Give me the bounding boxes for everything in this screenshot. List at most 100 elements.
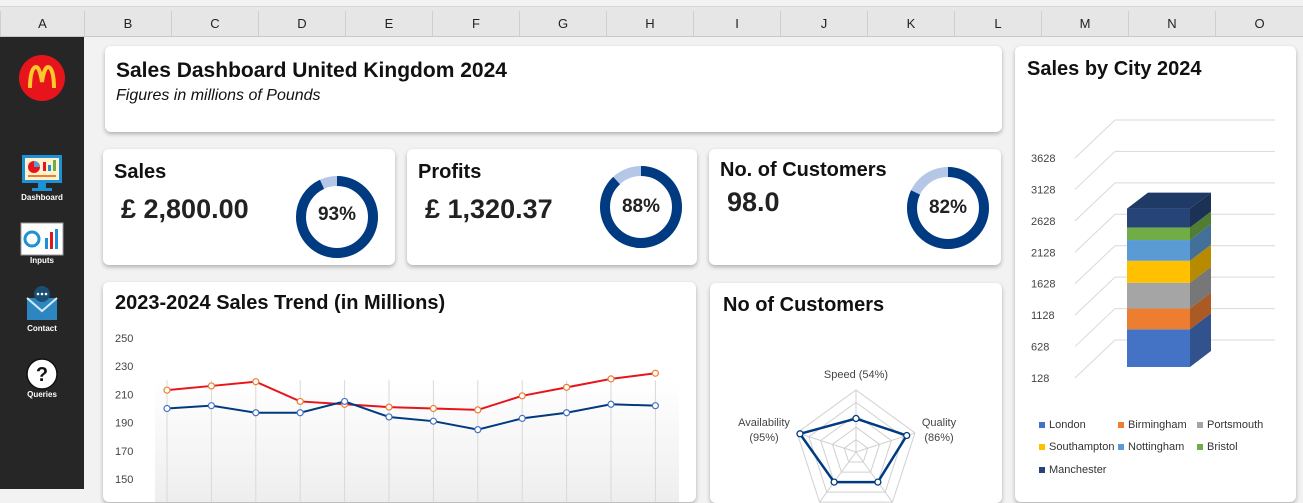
trend-card: 2023-2024 Sales Trend (in Millions) 150 1… bbox=[103, 282, 696, 502]
column-header-i[interactable]: I bbox=[693, 11, 780, 36]
dashboard-icon bbox=[22, 155, 62, 191]
data-point bbox=[651, 402, 660, 410]
data-point bbox=[252, 409, 260, 417]
gridline bbox=[1074, 182, 1116, 222]
column-header-c[interactable]: C bbox=[171, 11, 258, 36]
city-legend: London Birmingham Portsmouth Southampton… bbox=[1039, 419, 1289, 489]
data-point bbox=[252, 378, 260, 386]
radar-chart: Speed (54%) Quality (86%) Availability (95%) bbox=[738, 369, 957, 503]
radar-axis-label: Availability bbox=[738, 417, 790, 429]
header-card: Sales Dashboard United Kingdom 2024 Figu… bbox=[105, 46, 1002, 132]
mcdonalds-logo bbox=[19, 55, 65, 101]
column-header-k[interactable]: K bbox=[867, 11, 954, 36]
column-header-l[interactable]: L bbox=[954, 11, 1041, 36]
radar-point bbox=[852, 414, 860, 423]
column-header-g[interactable]: G bbox=[519, 11, 606, 36]
kpi-value: £ 1,320.37 bbox=[425, 194, 553, 224]
legend-item: London bbox=[1039, 419, 1086, 431]
city-stacked-chart: 128 628 1128 1628 2128 2628 3128 3628 bbox=[1031, 119, 1275, 385]
data-point bbox=[207, 402, 216, 410]
y-tick-label: 628 bbox=[1031, 342, 1049, 354]
kpi-card-profits: Profits £ 1,320.37 88% bbox=[407, 149, 697, 265]
sidebar-item-label: Queries bbox=[27, 390, 57, 399]
legend-label: Manchester bbox=[1049, 464, 1107, 476]
legend-label: Birmingham bbox=[1128, 419, 1187, 431]
legend-swatch bbox=[1197, 422, 1203, 429]
legend-swatch bbox=[1039, 444, 1045, 451]
legend-item: Southampton bbox=[1039, 441, 1114, 453]
sidebar-item-contact[interactable]: Contact bbox=[0, 286, 84, 333]
stack-segment-front bbox=[1127, 260, 1190, 283]
kpi-title: No. of Customers bbox=[720, 159, 887, 181]
gridline bbox=[1074, 308, 1116, 347]
legend-item: Bristol bbox=[1197, 441, 1238, 453]
radar-card: No of Customers Speed (54%) Quality (86%) A… bbox=[710, 283, 1002, 503]
sidebar: Dashboard Inputs Contact ? Queries bbox=[0, 37, 84, 489]
legend-swatch bbox=[1039, 467, 1045, 474]
radar-point bbox=[903, 431, 911, 440]
sidebar-item-label: Contact bbox=[27, 324, 57, 333]
column-header-n[interactable]: N bbox=[1128, 11, 1215, 36]
column-header-d[interactable]: D bbox=[258, 11, 345, 36]
page-title: Sales Dashboard United Kingdom 2024 bbox=[116, 59, 507, 82]
gridline bbox=[1074, 276, 1116, 316]
data-point bbox=[607, 400, 615, 408]
column-header-b[interactable]: B bbox=[84, 11, 171, 36]
kpi-value: 98.0 bbox=[727, 187, 780, 217]
queries-icon: ? bbox=[26, 358, 58, 390]
data-point bbox=[429, 417, 437, 425]
y-tick-label: 150 bbox=[115, 474, 133, 486]
data-point bbox=[563, 383, 571, 391]
radar-point bbox=[796, 430, 804, 438]
data-point bbox=[474, 406, 482, 414]
legend-swatch bbox=[1039, 422, 1045, 429]
data-point bbox=[296, 409, 304, 417]
y-tick-label: 190 bbox=[115, 418, 133, 430]
data-point bbox=[163, 404, 171, 413]
column-header-j[interactable]: J bbox=[780, 11, 867, 36]
column-header-m[interactable]: M bbox=[1041, 11, 1128, 36]
kpi-card-customers: No. of Customers 98.0 82% bbox=[709, 149, 1001, 265]
y-tick-label: 1128 bbox=[1031, 310, 1055, 322]
stack-segment-front bbox=[1127, 227, 1190, 241]
sidebar-item-inputs[interactable]: Inputs bbox=[0, 222, 84, 265]
svg-text:?: ? bbox=[36, 364, 48, 386]
y-tick-label: 210 bbox=[115, 389, 133, 401]
data-point bbox=[607, 375, 615, 383]
stack-segment-front bbox=[1127, 282, 1190, 309]
radar-axis-label: Quality bbox=[922, 417, 957, 429]
inputs-icon bbox=[20, 222, 64, 256]
sidebar-item-dashboard[interactable]: Dashboard bbox=[0, 153, 84, 202]
y-tick-label: 2628 bbox=[1031, 216, 1055, 228]
radar-axis-label: Speed (54%) bbox=[824, 369, 888, 381]
y-tick-label: 128 bbox=[1031, 373, 1049, 385]
data-point bbox=[296, 397, 304, 406]
column-header-a[interactable]: A bbox=[0, 11, 84, 36]
data-point bbox=[163, 386, 171, 394]
y-tick-label: 230 bbox=[115, 361, 133, 373]
y-tick-label: 1628 bbox=[1031, 279, 1055, 291]
y-tick-label: 2128 bbox=[1031, 247, 1055, 259]
sidebar-item-queries[interactable]: ? Queries bbox=[0, 358, 84, 399]
trend-line-chart: 150 170 190 210 230 250 bbox=[115, 333, 679, 502]
city-card: Sales by City 2024 128 628 1128 1628 2128 262… bbox=[1015, 46, 1296, 502]
stack-segment-front bbox=[1127, 329, 1190, 367]
legend-swatch bbox=[1197, 444, 1203, 451]
gridline bbox=[1074, 213, 1116, 253]
kpi-percent: 88% bbox=[621, 196, 661, 217]
data-point bbox=[385, 413, 393, 421]
y-tick-label: 170 bbox=[115, 446, 133, 458]
y-tick-label: 3128 bbox=[1031, 184, 1055, 196]
kpi-card-sales: Sales £ 2,800.00 93% bbox=[103, 149, 395, 265]
plot-area bbox=[155, 380, 679, 502]
column-header-f[interactable]: F bbox=[432, 11, 519, 36]
radar-axis-label: (95%) bbox=[749, 432, 778, 444]
kpi-percent: 82% bbox=[928, 197, 968, 218]
legend-label: Nottingham bbox=[1128, 441, 1185, 453]
data-point bbox=[474, 426, 482, 434]
stack-segment-front bbox=[1127, 308, 1190, 330]
column-header-h[interactable]: H bbox=[606, 11, 693, 36]
column-header-e[interactable]: E bbox=[345, 11, 432, 36]
column-header-o[interactable]: O bbox=[1215, 11, 1303, 36]
radar-point bbox=[830, 478, 838, 486]
